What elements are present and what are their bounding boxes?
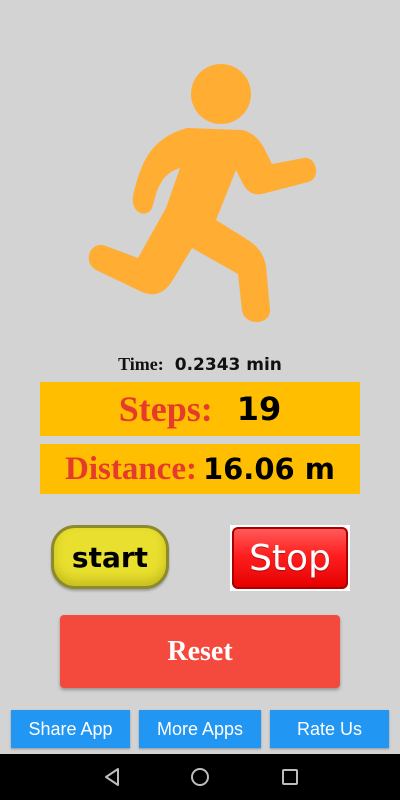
steps-panel: Steps: 19 bbox=[40, 382, 360, 436]
reset-button[interactable]: Reset bbox=[60, 615, 340, 688]
distance-panel: Distance: 16.06 m bbox=[40, 444, 360, 494]
steps-value: 19 bbox=[236, 390, 282, 428]
share-app-button[interactable]: Share App bbox=[11, 710, 130, 748]
start-button[interactable]: start bbox=[51, 525, 169, 589]
stop-button[interactable]: Stop bbox=[230, 525, 350, 591]
recents-icon[interactable] bbox=[280, 767, 300, 787]
rate-us-button[interactable]: Rate Us bbox=[270, 710, 389, 748]
time-label: Time: bbox=[118, 354, 164, 374]
distance-label: Distance: bbox=[64, 450, 197, 487]
distance-value: 16.06 m bbox=[202, 452, 335, 486]
time-readout: Time: 0.2343 min bbox=[0, 354, 400, 378]
running-person-icon bbox=[88, 64, 317, 322]
system-navigation-bar bbox=[0, 754, 400, 800]
stop-button-label: Stop bbox=[232, 527, 348, 589]
more-apps-button[interactable]: More Apps bbox=[139, 710, 261, 748]
time-value: 0.2343 min bbox=[174, 355, 282, 375]
steps-label: Steps: bbox=[118, 389, 213, 429]
home-icon[interactable] bbox=[190, 767, 210, 787]
back-icon[interactable] bbox=[102, 767, 122, 787]
